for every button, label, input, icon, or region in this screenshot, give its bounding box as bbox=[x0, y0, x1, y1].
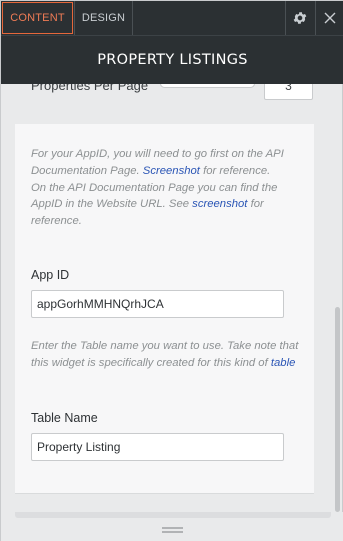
table-help-text: Enter the Table name you want to use. Ta… bbox=[31, 338, 306, 372]
widget-settings-panel: CONTENT DESIGN PROPERTY LISTINGS Propert… bbox=[0, 0, 343, 541]
tab-bar: CONTENT DESIGN bbox=[1, 1, 343, 35]
panel-header: PROPERTY LISTINGS bbox=[1, 35, 343, 84]
properties-per-page-row: Properties Per Page 3 bbox=[15, 84, 331, 124]
app-id-field[interactable] bbox=[31, 290, 284, 318]
table-name-label: Table Name bbox=[31, 411, 98, 425]
settings-card: For your AppID, you will need to go firs… bbox=[15, 124, 314, 494]
properties-per-page-slider[interactable] bbox=[160, 84, 255, 88]
close-button[interactable] bbox=[315, 1, 343, 35]
settings-scroll-area[interactable]: Properties Per Page 3 For your AppID, yo… bbox=[15, 84, 331, 512]
appid-help-text: For your AppID, you will need to go firs… bbox=[31, 146, 306, 230]
help-text-segment: for reference. bbox=[199, 164, 271, 177]
properties-per-page-input[interactable]: 3 bbox=[264, 84, 313, 100]
gear-icon bbox=[293, 12, 306, 24]
scrollbar-thumb[interactable] bbox=[335, 307, 340, 512]
screenshot-link-2[interactable]: screenshot bbox=[192, 198, 247, 210]
panel-footer bbox=[1, 512, 343, 541]
help-text-segment: Enter the Table name you want to use. Ta… bbox=[31, 340, 299, 369]
content-bottom-edge bbox=[15, 512, 331, 518]
resize-handle[interactable] bbox=[162, 527, 183, 533]
close-icon bbox=[324, 12, 335, 24]
table-link[interactable]: table bbox=[271, 357, 296, 369]
tab-design[interactable]: DESIGN bbox=[74, 1, 133, 35]
table-name-field[interactable] bbox=[31, 433, 284, 461]
screenshot-link[interactable]: Screenshot bbox=[143, 165, 200, 177]
app-id-label: App ID bbox=[31, 268, 70, 282]
properties-per-page-label: Properties Per Page bbox=[31, 84, 149, 93]
page-title: PROPERTY LISTINGS bbox=[97, 52, 248, 68]
settings-button[interactable] bbox=[285, 1, 313, 35]
tab-content[interactable]: CONTENT bbox=[1, 1, 74, 35]
